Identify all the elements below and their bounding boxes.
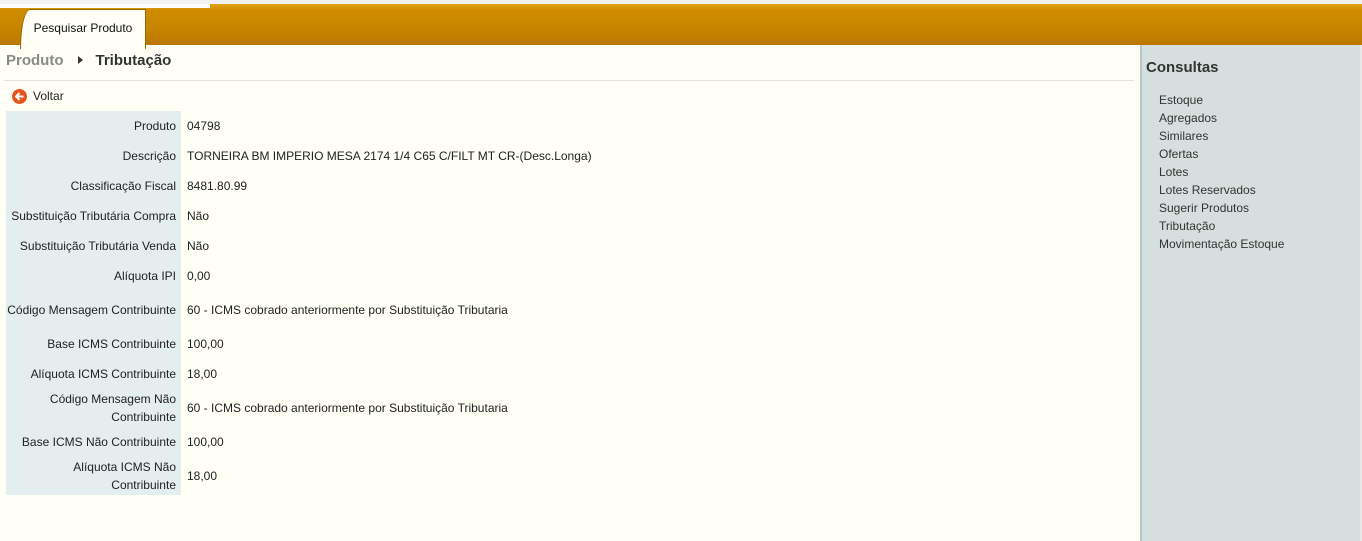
detail-row-classificacao-fiscal: Classificação Fiscal 8481.80.99 [6,171,1134,201]
sidebar-menu: Estoque Agregados Similares Ofertas Lote… [1159,91,1284,253]
sidebar-item-estoque[interactable]: Estoque [1159,91,1284,109]
field-label: Classificação Fiscal [6,171,181,201]
field-label: Alíquota ICMS Não Contribuinte [6,457,181,495]
field-value: 18,00 [187,469,218,483]
sidebar-item-lotes[interactable]: Lotes [1159,163,1284,181]
detail-row-produto: Produto 04798 [6,111,1134,141]
field-label: Descrição [6,141,181,171]
field-label: Substituição Tributária Venda [6,231,181,261]
sidebar-item-agregados[interactable]: Agregados [1159,109,1284,127]
arrow-left-circle-icon [12,88,27,104]
back-label: Voltar [33,89,64,103]
detail-row-st-compra: Substituição Tributária Compra Não [6,201,1134,231]
sidebar-item-sugerir-produtos[interactable]: Sugerir Produtos [1159,199,1284,217]
field-value: 8481.80.99 [187,179,248,193]
field-value: 18,00 [187,367,218,381]
consultas-sidebar: Consultas Estoque Agregados Similares Of… [1140,45,1360,541]
detail-row-base-icms-nao-contribuinte: Base ICMS Não Contribuinte 100,00 [6,427,1134,457]
tab-label: Pesquisar Produto [33,20,133,35]
field-label: Alíquota ICMS Contribuinte [6,359,181,389]
detail-row-descricao: Descrição TORNEIRA BM IMPERIO MESA 2174 … [6,141,1134,171]
field-label: Base ICMS Não Contribuinte [6,427,181,457]
top-strip [0,4,210,8]
sidebar-item-lotes-reservados[interactable]: Lotes Reservados [1159,181,1284,199]
sidebar-item-similares[interactable]: Similares [1159,127,1284,145]
triangle-right-icon [77,56,83,64]
main-content: Produto Tributação Voltar Produto 04798 … [0,45,1140,541]
field-label: Código Mensagem Não Contribuinte [6,389,181,427]
field-label: Código Mensagem Contribuinte [6,291,181,329]
sidebar-title: Consultas [1146,59,1219,76]
sidebar-item-ofertas[interactable]: Ofertas [1159,145,1284,163]
field-label: Alíquota IPI [6,261,181,291]
field-value: 60 - ICMS cobrado anteriormente por Subs… [187,401,508,415]
detail-row-aliquota-icms-contribuinte: Alíquota ICMS Contribuinte 18,00 [6,359,1134,389]
field-value: Não [187,239,210,253]
field-label: Produto [6,111,181,141]
page-title: Tributação [95,51,172,69]
field-value: 0,00 [187,269,211,283]
field-value: 04798 [187,119,221,133]
detail-row-codigo-mensagem-nao-contribuinte: Código Mensagem Não Contribuinte 60 - IC… [6,389,1134,427]
field-label: Base ICMS Contribuinte [6,329,181,359]
divider [4,80,1134,81]
detail-row-codigo-mensagem-contribuinte: Código Mensagem Contribuinte 60 - ICMS c… [6,291,1134,329]
product-tax-details: Produto 04798 Descrição TORNEIRA BM IMPE… [6,111,1134,495]
field-value: Não [187,209,210,223]
breadcrumb: Produto Tributação [6,50,171,70]
sidebar-item-tributacao[interactable]: Tributação [1159,217,1284,235]
sidebar-item-movimentacao-estoque[interactable]: Movimentação Estoque [1159,235,1284,253]
field-value: 100,00 [187,435,224,449]
breadcrumb-parent[interactable]: Produto [6,52,64,69]
field-value: 100,00 [187,337,224,351]
field-label: Substituição Tributária Compra [6,201,181,231]
field-value: 60 - ICMS cobrado anteriormente por Subs… [187,303,508,317]
detail-row-aliquota-ipi: Alíquota IPI 0,00 [6,261,1134,291]
field-value: TORNEIRA BM IMPERIO MESA 2174 1/4 C65 C/… [187,149,592,163]
tab-pesquisar-produto[interactable]: Pesquisar Produto [20,9,146,49]
top-menu-bar: Pesquisar Produto [0,0,1362,49]
back-button[interactable]: Voltar [12,88,64,104]
detail-row-aliquota-icms-nao-contribuinte: Alíquota ICMS Não Contribuinte 18,00 [6,457,1134,495]
detail-row-st-venda: Substituição Tributária Venda Não [6,231,1134,261]
detail-row-base-icms-contribuinte: Base ICMS Contribuinte 100,00 [6,329,1134,359]
